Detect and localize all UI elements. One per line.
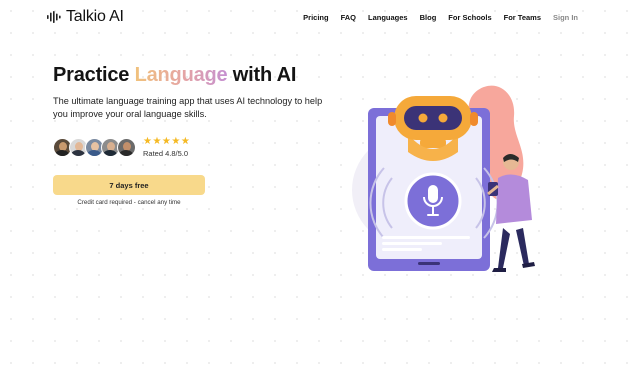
nav-link-pricing[interactable]: Pricing — [303, 13, 328, 22]
nav-link-languages[interactable]: Languages — [368, 13, 408, 22]
brand-name: Talkio AI — [66, 8, 124, 25]
hero-title: Practice Language with AI — [53, 64, 296, 87]
sign-in-link[interactable]: Sign In — [553, 13, 578, 22]
nav-link-for-schools[interactable]: For Schools — [448, 13, 491, 22]
rating: ★★★★★ Rated 4.8/5.0 — [143, 136, 191, 159]
hero-title-prefix: Practice — [53, 64, 135, 86]
tablet-speaker — [418, 262, 440, 265]
nav-links: Pricing FAQ Languages Blog For Schools F… — [303, 13, 578, 22]
social-proof: ★★★★★ Rated 4.8/5.0 — [53, 137, 190, 158]
hero-title-suffix: with AI — [227, 64, 297, 86]
text-line — [382, 242, 442, 245]
star-icon: ★★★★★ — [143, 136, 191, 147]
brand-logo[interactable]: Talkio AI — [47, 8, 124, 26]
free-trial-button[interactable]: 7 days free — [53, 175, 205, 195]
rating-text: Rated 4.8/5.0 — [143, 149, 189, 158]
cta-note: Credit card required - cancel any time — [77, 199, 181, 206]
nav-link-faq[interactable]: FAQ — [341, 13, 356, 22]
hero-title-highlight: Language — [134, 64, 228, 86]
nav-link-for-teams[interactable]: For Teams — [504, 13, 541, 22]
avatar-group — [53, 138, 136, 157]
sound-wave-icon — [47, 11, 61, 23]
text-line — [382, 236, 470, 239]
nav-link-blog[interactable]: Blog — [420, 13, 437, 22]
avatar — [117, 138, 136, 157]
hero-description: The ultimate language training app that … — [53, 96, 323, 119]
text-line — [382, 248, 422, 251]
top-navigation: Talkio AI Pricing FAQ Languages Blog For… — [0, 0, 640, 34]
hero-illustration — [352, 85, 535, 272]
